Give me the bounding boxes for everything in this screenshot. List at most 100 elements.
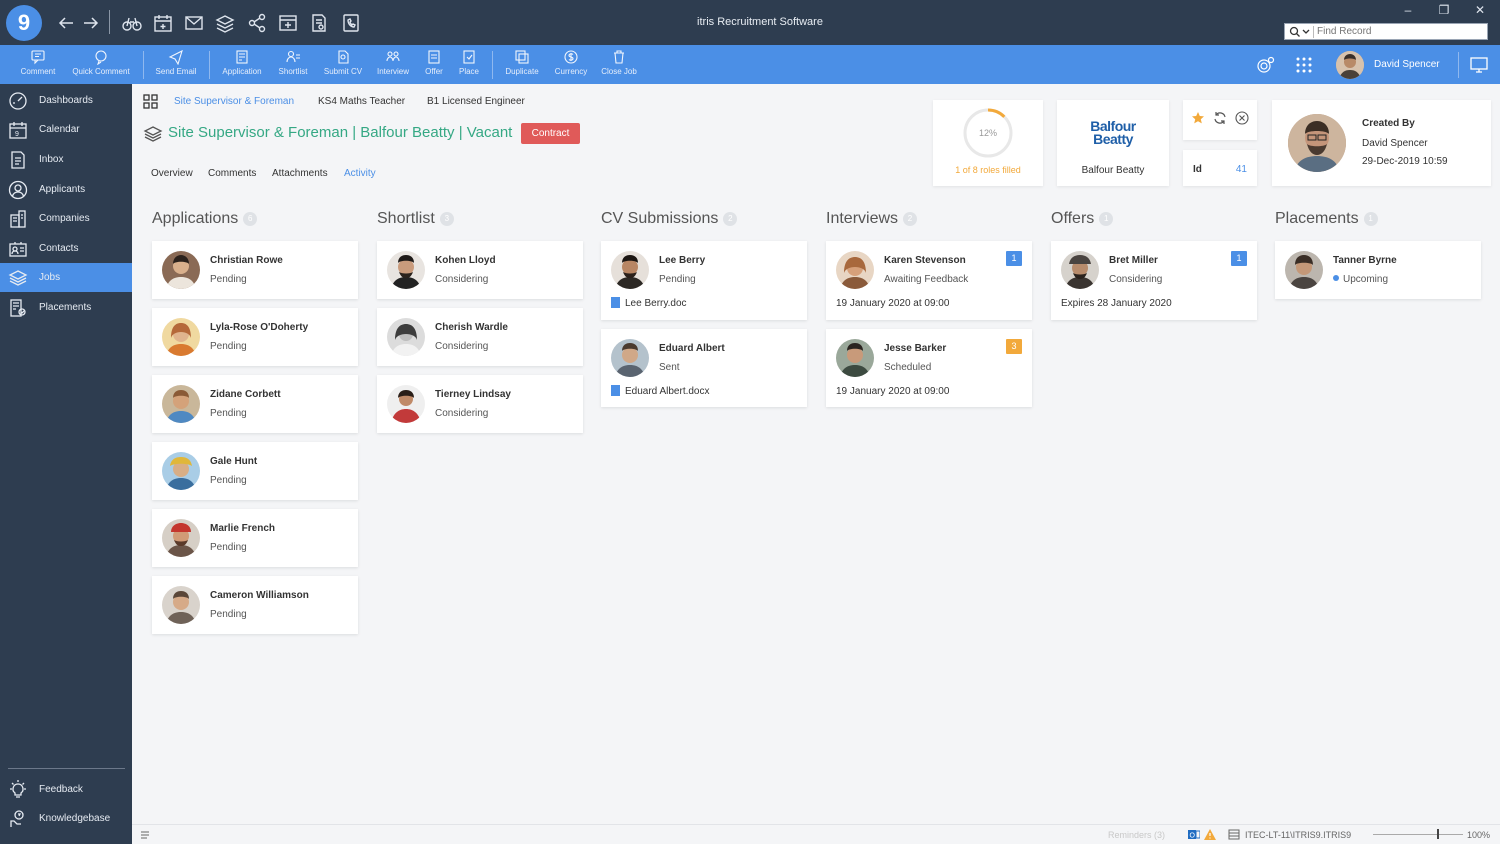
candidate-card[interactable]: Eduard Albert Sent Eduard Albert.docx bbox=[601, 329, 807, 407]
ribbon-currency-button[interactable]: Currency bbox=[551, 49, 591, 81]
app-logo[interactable]: 9 bbox=[6, 5, 42, 41]
close-circle-icon[interactable] bbox=[1235, 111, 1249, 125]
candidate-name[interactable]: Zidane Corbett bbox=[210, 389, 281, 400]
candidate-name[interactable]: Tierney Lindsay bbox=[435, 389, 511, 400]
star-icon[interactable] bbox=[1191, 111, 1205, 125]
sidebar-item-knowledgebase[interactable]: Knowledgebase bbox=[0, 804, 132, 833]
candidate-name[interactable]: Cameron Williamson bbox=[210, 590, 309, 601]
outlook-icon[interactable]: O bbox=[1188, 829, 1200, 840]
company-card[interactable]: Balfour Beatty Balfour Beatty bbox=[1057, 100, 1169, 186]
refresh-icon[interactable] bbox=[1213, 111, 1227, 125]
candidate-card[interactable]: Jesse Barker Scheduled 19 January 2020 a… bbox=[826, 329, 1032, 407]
ribbon-send-email-button[interactable]: Send Email bbox=[152, 49, 200, 81]
candidate-card[interactable]: Bret Miller Considering Expires 28 Janua… bbox=[1051, 241, 1257, 320]
candidate-name[interactable]: Gale Hunt bbox=[210, 456, 257, 467]
find-record-box[interactable] bbox=[1284, 23, 1488, 40]
envelope-icon[interactable] bbox=[183, 12, 205, 34]
ribbon-comment-button[interactable]: Comment bbox=[16, 49, 60, 81]
avatar bbox=[611, 339, 649, 377]
creator-avatar[interactable] bbox=[1288, 114, 1346, 172]
back-arrow-icon[interactable] bbox=[55, 12, 77, 34]
tab-comments[interactable]: Comments bbox=[208, 168, 256, 179]
cv-document-link[interactable]: Lee Berry.doc bbox=[611, 297, 687, 309]
ribbon-place-button[interactable]: Place bbox=[455, 49, 483, 81]
tab-attachments[interactable]: Attachments bbox=[272, 168, 328, 179]
candidate-card[interactable]: Kohen Lloyd Considering bbox=[377, 241, 583, 299]
candidate-card[interactable]: Christian Rowe Pending bbox=[152, 241, 358, 299]
ribbon-shortlist-button[interactable]: Shortlist bbox=[274, 49, 312, 81]
candidate-card[interactable]: Marlie French Pending bbox=[152, 509, 358, 567]
new-window-icon[interactable] bbox=[277, 12, 299, 34]
candidate-card[interactable]: Zidane Corbett Pending bbox=[152, 375, 358, 433]
candidate-card[interactable]: Lee Berry Pending Lee Berry.doc bbox=[601, 241, 807, 320]
calendar-plus-icon[interactable] bbox=[152, 12, 174, 34]
sidebar-item-calendar[interactable]: 9 Calendar bbox=[0, 115, 132, 144]
sidebar-item-inbox[interactable]: Inbox bbox=[0, 145, 132, 174]
candidate-card[interactable]: Karen Stevenson Awaiting Feedback 19 Jan… bbox=[826, 241, 1032, 320]
sidebar-item-jobs[interactable]: Jobs bbox=[0, 263, 132, 292]
candidate-name[interactable]: Kohen Lloyd bbox=[435, 255, 496, 266]
cv-document-link[interactable]: Eduard Albert.docx bbox=[611, 385, 710, 397]
candidate-card[interactable]: Cherish Wardle Considering bbox=[377, 308, 583, 366]
app-grid-icon[interactable] bbox=[1294, 55, 1314, 75]
sidebar-item-feedback[interactable]: Feedback bbox=[0, 775, 132, 804]
sidebar-item-dashboards[interactable]: Dashboards bbox=[0, 86, 132, 115]
candidate-name[interactable]: Bret Miller bbox=[1109, 255, 1158, 266]
share-icon[interactable] bbox=[246, 12, 268, 34]
forward-arrow-icon[interactable] bbox=[80, 12, 102, 34]
candidate-name[interactable]: Marlie French bbox=[210, 523, 275, 534]
candidate-name[interactable]: Lee Berry bbox=[659, 255, 705, 266]
candidate-name[interactable]: Eduard Albert bbox=[659, 343, 725, 354]
restore-icon[interactable]: ❐ bbox=[1434, 3, 1454, 17]
ribbon-offer-button[interactable]: Offer bbox=[420, 49, 448, 81]
company-name[interactable]: Balfour Beatty bbox=[1057, 165, 1169, 176]
candidate-card[interactable]: Tierney Lindsay Considering bbox=[377, 375, 583, 433]
record-tab-b1-engineer[interactable]: B1 Licensed Engineer bbox=[427, 96, 525, 107]
candidate-card[interactable]: Gale Hunt Pending bbox=[152, 442, 358, 500]
candidate-card[interactable]: Cameron Williamson Pending bbox=[152, 576, 358, 634]
sidebar-item-contacts[interactable]: Contacts bbox=[0, 234, 132, 263]
tab-activity[interactable]: Activity bbox=[344, 168, 376, 179]
sidebar-item-placements[interactable]: Placements bbox=[0, 293, 132, 322]
document-gear-icon[interactable] bbox=[308, 12, 330, 34]
record-tab-site-supervisor[interactable]: Site Supervisor & Foreman bbox=[174, 96, 294, 107]
user-name[interactable]: David Spencer bbox=[1374, 59, 1440, 70]
tab-overview[interactable]: Overview bbox=[151, 168, 193, 179]
stack-icon[interactable] bbox=[214, 12, 236, 34]
candidate-name[interactable]: Christian Rowe bbox=[210, 255, 283, 266]
ribbon-duplicate-button[interactable]: Duplicate bbox=[500, 49, 544, 81]
candidate-name[interactable]: Cherish Wardle bbox=[435, 322, 508, 333]
ribbon-interview-button[interactable]: Interview bbox=[373, 49, 413, 81]
phone-document-icon[interactable] bbox=[340, 12, 362, 34]
offer-expiry: Expires 28 January 2020 bbox=[1061, 298, 1172, 309]
monitor-icon[interactable] bbox=[1469, 55, 1489, 75]
candidate-status: Pending bbox=[210, 609, 247, 620]
ribbon-close-job-button[interactable]: Close Job bbox=[598, 49, 640, 81]
zoom-slider-track[interactable] bbox=[1373, 834, 1463, 835]
created-by-name[interactable]: David Spencer bbox=[1362, 138, 1428, 149]
sidebar-item-companies[interactable]: Companies bbox=[0, 204, 132, 233]
record-tab-ks4-maths[interactable]: KS4 Maths Teacher bbox=[318, 96, 405, 107]
reminders-label[interactable]: Reminders (3) bbox=[1108, 830, 1165, 840]
candidate-name[interactable]: Lyla-Rose O'Doherty bbox=[210, 322, 308, 333]
warning-icon[interactable] bbox=[1204, 829, 1216, 840]
find-record-input[interactable] bbox=[1317, 24, 1485, 39]
sidebar-item-applicants[interactable]: Applicants bbox=[0, 175, 132, 204]
candidate-card[interactable]: Lyla-Rose O'Doherty Pending bbox=[152, 308, 358, 366]
grid-view-icon[interactable] bbox=[143, 94, 158, 109]
candidate-name[interactable]: Karen Stevenson bbox=[884, 255, 966, 266]
settings-gears-icon[interactable] bbox=[1256, 55, 1276, 75]
candidate-card[interactable]: Tanner Byrne Upcoming bbox=[1275, 241, 1481, 299]
binoculars-icon[interactable] bbox=[121, 12, 143, 34]
ribbon-quick-comment-button[interactable]: Quick Comment bbox=[68, 49, 134, 81]
close-window-button[interactable]: ✕ bbox=[1470, 3, 1490, 17]
search-icon[interactable] bbox=[1289, 26, 1311, 38]
minimize-button[interactable]: – bbox=[1398, 3, 1418, 17]
candidate-name[interactable]: Tanner Byrne bbox=[1333, 255, 1397, 266]
zoom-slider-handle[interactable] bbox=[1437, 829, 1439, 839]
user-avatar[interactable] bbox=[1336, 51, 1364, 79]
menu-lines-icon[interactable] bbox=[140, 830, 150, 840]
candidate-name[interactable]: Jesse Barker bbox=[884, 343, 946, 354]
ribbon-submit-cv-button[interactable]: Submit CV bbox=[320, 49, 366, 81]
ribbon-application-button[interactable]: Application bbox=[217, 49, 267, 81]
